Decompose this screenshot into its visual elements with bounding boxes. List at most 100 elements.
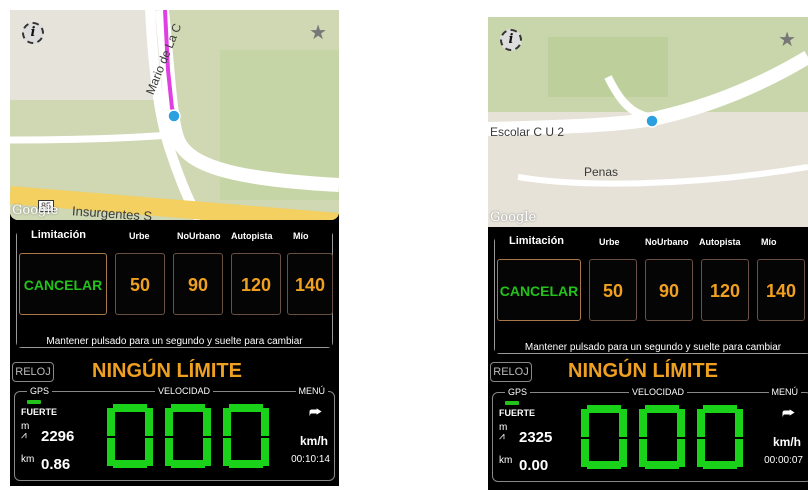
- speed-limit-panel: Limitación Urbe NoUrbano Autopista Mío C…: [494, 235, 808, 354]
- digit-segment: [645, 405, 679, 413]
- limit-status: NINGÚN LÍMITE: [92, 360, 242, 382]
- map-street-label: Escolar C U 2: [490, 125, 565, 139]
- limit-140-button[interactable]: 140: [757, 259, 805, 321]
- info-icon[interactable]: i: [22, 22, 44, 44]
- limit-header: Limitación Urbe NoUrbano Autopista Mío: [17, 229, 332, 243]
- digit-segment: [261, 408, 269, 436]
- limit-120-button[interactable]: 120: [231, 253, 281, 315]
- altitude-value: 2296: [41, 428, 75, 445]
- menu-label: MENÚ: [768, 387, 801, 397]
- speed-digit: [697, 405, 743, 469]
- limit-90-button[interactable]: 90: [645, 259, 693, 321]
- digit-segment: [697, 409, 705, 437]
- limit-col-urbe: Urbe: [599, 237, 620, 247]
- speed-unit: km/h: [772, 435, 801, 449]
- digit-segment: [145, 408, 153, 436]
- limit-col-urbe: Urbe: [129, 231, 150, 241]
- map-place-label: Penas: [584, 165, 619, 179]
- digit-segment: [639, 409, 647, 437]
- limit-status: NINGÚN LÍMITE: [568, 360, 718, 382]
- limit-50-button[interactable]: 50: [589, 259, 637, 321]
- digit-segment: [703, 405, 737, 413]
- speed-digit: [165, 404, 211, 468]
- digit-segment: [223, 438, 231, 466]
- gps-signal-text: FUERTE: [499, 408, 535, 418]
- speed-digit: [639, 405, 685, 469]
- menu-share-icon[interactable]: ⮫: [309, 404, 322, 421]
- gps-signal-text: FUERTE: [21, 407, 57, 417]
- gps-signal-bar: [505, 401, 519, 405]
- map-view[interactable]: Escolar C U 2 Penas Google i ★: [488, 17, 808, 227]
- altitude-icon: m ⩘: [21, 421, 30, 441]
- limit-hint: Mantener pulsado para un segundo y suelt…: [495, 342, 808, 353]
- speed-limit-panel: Limitación Urbe NoUrbano Autopista Mío C…: [16, 229, 333, 348]
- digit-segment: [677, 409, 685, 437]
- speed-dashboard: GPS VELOCIDAD MENÚ FUERTE m ⩘ 2296 km 0.8…: [14, 386, 335, 481]
- distance-value: 0.86: [41, 456, 71, 473]
- menu-label: MENÚ: [295, 386, 328, 396]
- gps-label: GPS: [27, 386, 53, 396]
- speed-label: VELOCIDAD: [155, 386, 214, 396]
- limit-col-mio: Mío: [761, 237, 777, 247]
- digit-segment: [165, 408, 173, 436]
- speed-digit: [107, 404, 153, 468]
- limit-120-button[interactable]: 120: [701, 259, 749, 321]
- digit-segment: [107, 438, 115, 466]
- limit-hint: Mantener pulsado para un segundo y suelt…: [17, 336, 332, 347]
- limit-col-mio: Mío: [293, 231, 309, 241]
- digit-segment: [171, 404, 205, 412]
- digit-segment: [171, 460, 205, 468]
- reloj-button[interactable]: RELOJ: [490, 362, 532, 382]
- star-icon[interactable]: ★: [309, 20, 327, 45]
- speed-digits: [581, 405, 755, 474]
- digit-segment: [229, 404, 263, 412]
- menu-share-icon[interactable]: ⮫: [782, 405, 795, 422]
- digit-segment: [619, 409, 627, 437]
- google-logo: Google: [12, 203, 59, 218]
- speed-digit: [223, 404, 269, 468]
- limit-90-button[interactable]: 90: [173, 253, 223, 315]
- distance-icon: km: [21, 454, 35, 465]
- digit-segment: [203, 408, 211, 436]
- limit-title: Limitación: [31, 229, 87, 241]
- digit-segment: [587, 461, 621, 469]
- digit-segment: [581, 439, 589, 467]
- digit-segment: [639, 439, 647, 467]
- cancel-button[interactable]: CANCELAR: [19, 253, 107, 315]
- google-logo: Google: [490, 210, 537, 225]
- digit-segment: [645, 461, 679, 469]
- cancel-button[interactable]: CANCELAR: [497, 259, 581, 321]
- digit-segment: [113, 404, 147, 412]
- altitude-unit: m: [21, 421, 30, 432]
- altitude-unit: m: [499, 422, 508, 433]
- digit-segment: [107, 408, 115, 436]
- speed-digit: [581, 405, 627, 469]
- limit-header: Limitación Urbe NoUrbano Autopista Mío: [495, 235, 808, 249]
- reloj-button[interactable]: RELOJ: [12, 362, 54, 382]
- altitude-value: 2325: [519, 429, 553, 446]
- speedometer-screen-right: Escolar C U 2 Penas Google i ★ Limitació…: [488, 17, 808, 490]
- gps-signal-bar: [27, 400, 41, 404]
- distance-value: 0.00: [519, 457, 549, 474]
- limit-50-button[interactable]: 50: [115, 253, 165, 315]
- limit-col-nourbano: NoUrbano: [645, 237, 689, 247]
- limit-col-autopista: Autopista: [699, 237, 741, 247]
- limit-col-nourbano: NoUrbano: [177, 231, 221, 241]
- star-icon[interactable]: ★: [778, 27, 796, 52]
- distance-icon: km: [499, 455, 513, 466]
- speed-dashboard: GPS VELOCIDAD MENÚ FUERTE m ⩘ 2325 km 0.0…: [492, 387, 808, 482]
- info-icon[interactable]: i: [500, 29, 522, 51]
- map-graphic: [488, 17, 808, 227]
- speed-digits: [107, 404, 281, 473]
- limit-title: Limitación: [509, 235, 565, 247]
- limit-col-autopista: Autopista: [231, 231, 273, 241]
- trip-timer: 00:10:14: [291, 454, 330, 465]
- speed-label: VELOCIDAD: [629, 387, 688, 397]
- limit-140-button[interactable]: 140: [287, 253, 333, 315]
- digit-segment: [165, 438, 173, 466]
- speedometer-screen-left: Mario de La C Insurgentes S 85 Google i …: [10, 10, 339, 486]
- gps-label: GPS: [505, 387, 531, 397]
- digit-segment: [697, 439, 705, 467]
- digit-segment: [735, 409, 743, 437]
- map-view[interactable]: Mario de La C Insurgentes S 85 Google i …: [10, 10, 339, 220]
